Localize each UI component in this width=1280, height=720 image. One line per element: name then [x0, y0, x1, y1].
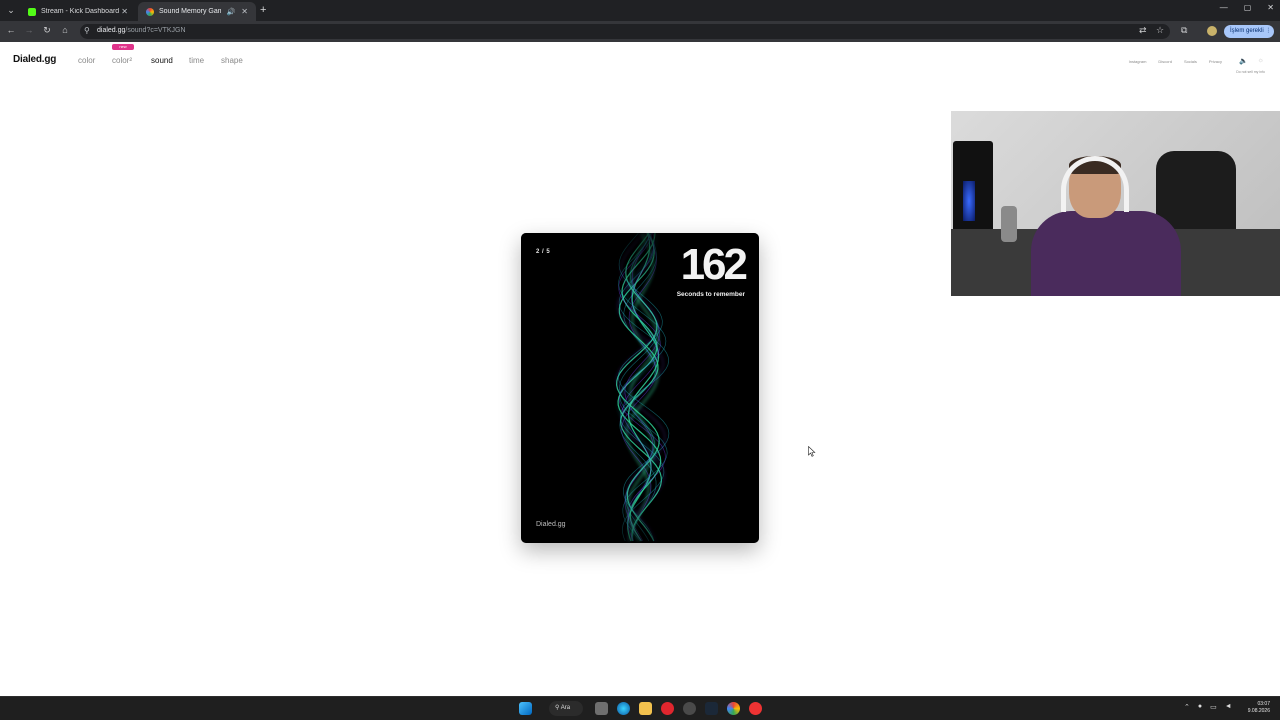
reload-button[interactable]: ↻	[41, 25, 53, 36]
nav-sound[interactable]: sound	[151, 56, 173, 65]
extensions-icon[interactable]: ⧉	[1181, 25, 1187, 36]
task-view-icon[interactable]	[595, 702, 608, 715]
new-badge: new	[112, 44, 134, 50]
edge-icon[interactable]	[617, 702, 630, 715]
countdown-label: Seconds to remember	[676, 291, 745, 298]
streamer-body	[1031, 211, 1181, 296]
tab-search-icon[interactable]: ⌄	[4, 4, 18, 17]
nav-color[interactable]: color	[78, 56, 95, 65]
minimize-icon[interactable]: —	[1220, 3, 1228, 12]
close-tab-icon[interactable]: ✕	[241, 7, 248, 16]
link-privacy[interactable]: Privacy	[1209, 59, 1222, 64]
theme-toggle-icon[interactable]: ☼	[1258, 57, 1264, 64]
chrome-icon[interactable]	[727, 702, 740, 715]
kick-favicon-icon	[28, 7, 36, 16]
mouse-cursor-icon	[808, 446, 816, 457]
file-explorer-icon[interactable]	[639, 702, 652, 715]
clock-time: 03:07	[1257, 701, 1270, 707]
obs-icon[interactable]	[683, 702, 696, 715]
tab-title: Stream - Kick Dashboard	[41, 8, 120, 15]
link-socials[interactable]: Socials	[1184, 59, 1197, 64]
url-text: dialed.gg/sound?c=VTKJGN	[97, 27, 186, 34]
home-button[interactable]: ⌂	[59, 25, 71, 35]
footer-links: Instagram Discord Socials Privacy	[1129, 59, 1222, 64]
profile-avatar[interactable]	[1207, 26, 1217, 36]
tab-audio-icon[interactable]: 🔊	[227, 8, 236, 16]
clock-date: 9.08.2026	[1247, 708, 1270, 714]
sound-toggle-icon[interactable]: 🔈	[1239, 57, 1248, 65]
chrome-update-button[interactable]: İşlem gerekli ⋮	[1224, 25, 1274, 38]
dialed-favicon-icon	[146, 7, 154, 16]
taskbar-search[interactable]: ⚲ Ara	[549, 701, 583, 716]
tray-chevron-icon[interactable]: ⌃	[1184, 703, 1190, 711]
maximize-icon[interactable]: ▢	[1244, 3, 1252, 12]
address-bar[interactable]: ⚲ dialed.gg/sound?c=VTKJGN	[80, 24, 1170, 39]
app-icon[interactable]	[749, 702, 762, 715]
browser-toolbar: ← → ↻ ⌂ ⚲ dialed.gg/sound?c=VTKJGN ⇄ ☆ ⧉…	[0, 21, 1280, 42]
countdown-timer: 162	[680, 240, 748, 289]
close-window-icon[interactable]: ✕	[1267, 3, 1274, 12]
tab-kick-dashboard[interactable]: Stream - Kick Dashboard ✕	[20, 2, 136, 21]
system-tray: ⌃ ● ▭ ◄	[1184, 703, 1232, 711]
nav-time[interactable]: time	[189, 56, 204, 65]
nav-shape[interactable]: shape	[221, 56, 243, 65]
site-info-icon[interactable]: ⚲	[84, 26, 90, 35]
tray-network-icon[interactable]: ▭	[1210, 703, 1217, 711]
close-tab-icon[interactable]: ✕	[121, 7, 128, 16]
translate-icon[interactable]: ⇄	[1139, 25, 1147, 36]
taskbar-clock[interactable]: 03:07 9.08.2026	[1248, 701, 1270, 715]
round-progress: 2 / 5	[536, 249, 551, 255]
back-button[interactable]: ←	[5, 25, 17, 35]
update-button-label: İşlem gerekli	[1230, 28, 1264, 34]
url-host: dialed.gg	[97, 27, 126, 34]
tab-sound-memory-game[interactable]: Sound Memory Game, Ho 🔊 ✕	[138, 2, 256, 21]
steam-icon[interactable]	[705, 702, 718, 715]
windows-taskbar: ⚲ Ara ⌃ ● ▭ ◄ 03:07 9.08.2026	[0, 696, 1280, 720]
url-path: /sound?c=VTKJGN	[125, 27, 186, 34]
windows-start-icon[interactable]	[519, 702, 532, 715]
forward-button[interactable]: →	[23, 25, 35, 35]
card-brand: Dialed.gg	[536, 521, 566, 528]
link-discord[interactable]: Discord	[1158, 59, 1172, 64]
sound-game-card[interactable]: 2 / 5 162 Seconds to remember Dialed.gg	[521, 233, 759, 543]
nav-color-squared[interactable]: color²	[112, 56, 132, 65]
microphone	[1001, 206, 1017, 242]
window-controls: — ▢ ✕	[1220, 3, 1274, 12]
tray-volume-icon[interactable]: ◄	[1225, 703, 1232, 711]
search-label: Ara	[560, 705, 571, 711]
opera-icon[interactable]	[661, 702, 674, 715]
do-not-sell-link[interactable]: Do not sell my info	[1236, 70, 1265, 74]
bookmark-star-icon[interactable]: ☆	[1156, 25, 1164, 36]
tray-mic-icon[interactable]: ●	[1198, 703, 1202, 711]
streamer-webcam	[951, 111, 1280, 296]
site-logo[interactable]: Dialed.gg	[13, 54, 56, 65]
browser-tab-strip: ⌄ Stream - Kick Dashboard ✕ Sound Memory…	[0, 0, 1280, 21]
tab-title: Sound Memory Game, Ho	[159, 8, 221, 15]
link-instagram[interactable]: Instagram	[1129, 59, 1147, 64]
new-tab-button[interactable]: +	[260, 4, 266, 16]
